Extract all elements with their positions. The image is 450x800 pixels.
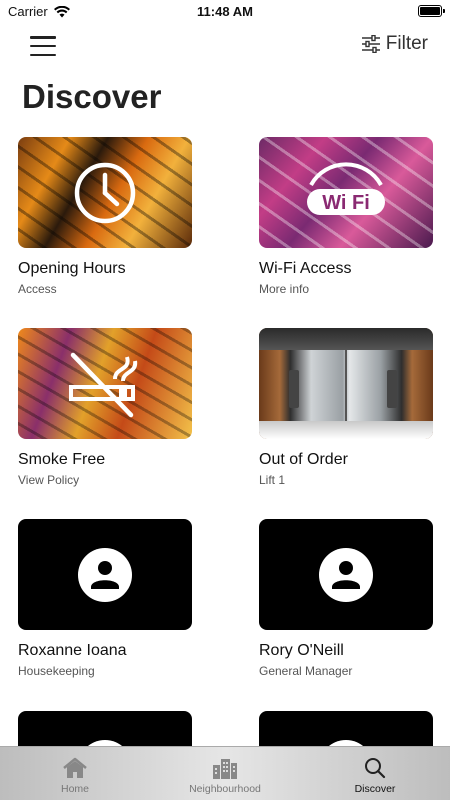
status-bar: Carrier 11:48 AM xyxy=(0,0,450,24)
status-time: 11:48 AM xyxy=(197,4,253,19)
card-title: Smoke Free xyxy=(18,451,106,468)
card-subtitle: General Manager xyxy=(259,664,353,678)
person-icon xyxy=(78,547,132,602)
card-title: Opening Hours xyxy=(18,260,126,277)
tab-label: Discover xyxy=(354,783,396,795)
card-staff-roxanne[interactable]: Roxanne Ioana Housekeeping xyxy=(18,519,192,678)
card-title: Roxanne Ioana xyxy=(18,642,127,659)
card-subtitle: Housekeeping xyxy=(18,664,95,678)
home-icon xyxy=(63,757,87,778)
buildings-icon xyxy=(213,759,237,779)
tab-label: Neighbourhood xyxy=(189,783,261,795)
card-out-of-order[interactable]: Out of Order Lift 1 xyxy=(259,328,433,487)
card-subtitle: View Policy xyxy=(18,473,80,487)
sliders-icon xyxy=(361,35,380,53)
person-icon xyxy=(319,547,373,602)
bottom-tab-bar: Home Neighbourhood Discover xyxy=(0,746,450,800)
card-wifi-access[interactable]: Wi Fi Wi-Fi Access More info xyxy=(259,137,433,296)
search-icon xyxy=(365,758,386,779)
tab-label: Home xyxy=(60,783,89,795)
tab-home[interactable]: Home xyxy=(0,747,150,800)
card-title: Wi-Fi Access xyxy=(259,260,352,277)
card-image xyxy=(259,519,433,630)
filter-button[interactable]: Filter xyxy=(361,33,428,55)
tab-neighbourhood[interactable]: Neighbourhood xyxy=(150,747,300,800)
hamburger-menu-icon[interactable] xyxy=(30,36,56,56)
wifi-icon-text: Wi Fi xyxy=(322,192,370,214)
card-subtitle: Access xyxy=(18,282,57,296)
wifi-icon: Wi Fi xyxy=(307,161,385,215)
elevator-image xyxy=(259,328,433,439)
no-smoking-icon xyxy=(69,352,138,417)
card-smoke-free[interactable]: Smoke Free View Policy xyxy=(18,328,192,487)
card-opening-hours[interactable]: Opening Hours Access xyxy=(18,137,192,296)
card-title: Out of Order xyxy=(259,451,348,468)
battery-icon xyxy=(418,5,445,17)
card-image: Wi Fi xyxy=(259,137,433,248)
tab-discover[interactable]: Discover xyxy=(300,747,450,800)
card-title: Rory O'Neill xyxy=(259,642,344,659)
card-subtitle: More info xyxy=(259,282,310,296)
page-title: Discover xyxy=(22,78,162,115)
clock-icon xyxy=(74,162,136,223)
card-image xyxy=(18,328,192,439)
card-image xyxy=(18,519,192,630)
card-staff-rory[interactable]: Rory O'Neill General Manager xyxy=(259,519,433,678)
filter-label: Filter xyxy=(385,33,428,54)
card-subtitle: Lift 1 xyxy=(259,473,286,487)
card-image xyxy=(18,137,192,248)
top-bar: Filter xyxy=(0,30,450,62)
